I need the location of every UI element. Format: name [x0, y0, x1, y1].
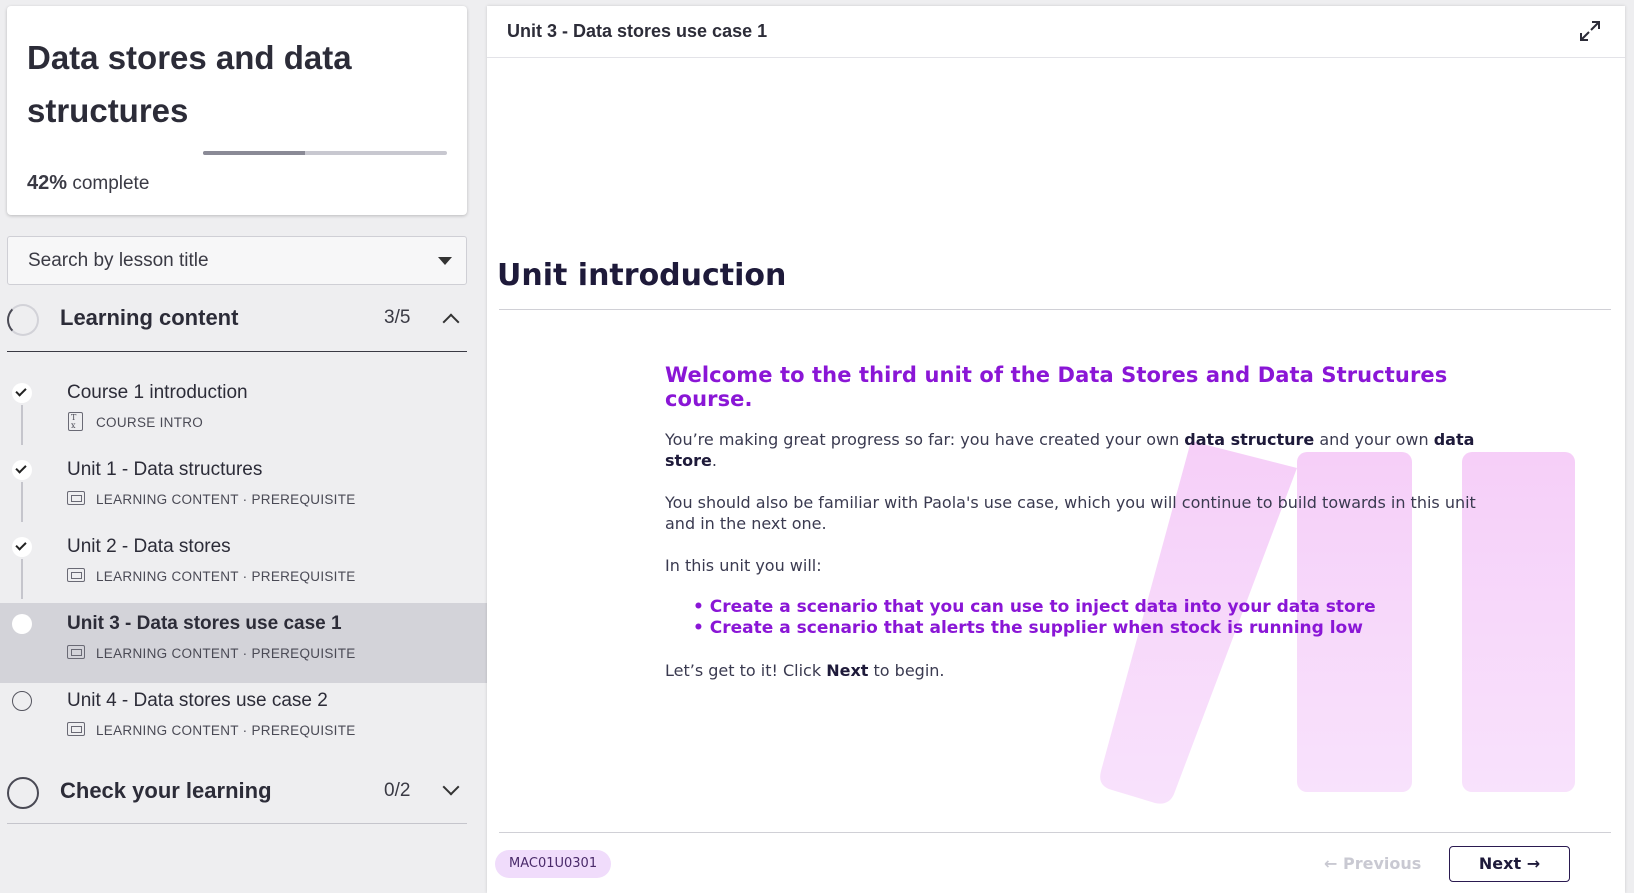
bold-run: Next	[826, 661, 869, 680]
lesson-title: Unit 2 - Data stores	[67, 536, 231, 557]
progress-percent: 42%	[27, 172, 68, 194]
lesson-not-started-marker	[12, 691, 32, 711]
lesson-title: Unit 4 - Data stores use case 2	[67, 690, 328, 711]
text-run: You’re making great progress so far: you…	[665, 430, 1185, 449]
lesson-title: Unit 3 - Data stores use case 1	[67, 613, 342, 634]
course-progress-card: Data stores and data structures 42% comp…	[7, 6, 467, 215]
section-divider	[7, 823, 467, 824]
lesson-complete-marker	[12, 460, 32, 480]
text-run: .	[711, 451, 717, 470]
lesson-search-dropdown[interactable]: Search by lesson title	[7, 236, 467, 285]
text-run: Let’s get to it! Click	[665, 661, 827, 680]
section-header-check-your-learning[interactable]: Check your learning 0/2	[0, 762, 467, 822]
heading-divider	[499, 309, 1611, 310]
lesson-meta: LEARNING CONTENT · PREREQUISITE	[96, 569, 356, 584]
section-progress-ring-icon	[7, 304, 39, 336]
lesson-viewer-header: Unit 3 - Data stores use case 1	[487, 6, 1625, 58]
previous-button[interactable]: ← Previous	[1324, 854, 1421, 873]
lesson-content: Welcome to the third unit of the Data St…	[665, 363, 1495, 702]
course-progress-fill	[203, 151, 306, 155]
text-run: and your own	[1314, 430, 1434, 449]
lesson-item-course-intro[interactable]: Course 1 introduction Tx COURSE INTRO	[0, 372, 487, 452]
slides-icon	[67, 568, 85, 582]
progress-text: 42% complete	[27, 172, 149, 195]
lesson-title: Unit 1 - Data structures	[67, 459, 263, 480]
checkmark-icon	[15, 462, 27, 474]
lesson-item-unit-4[interactable]: Unit 4 - Data stores use case 2 LEARNING…	[0, 680, 487, 760]
lesson-code-badge: MAC01U0301	[495, 850, 612, 878]
lesson-meta: LEARNING CONTENT · PREREQUISITE	[96, 723, 356, 738]
search-placeholder: Search by lesson title	[28, 250, 209, 271]
lesson-viewer-title: Unit 3 - Data stores use case 1	[507, 21, 768, 41]
section-divider	[7, 351, 467, 352]
lesson-item-unit-2[interactable]: Unit 2 - Data stores LEARNING CONTENT · …	[0, 526, 487, 606]
slides-icon	[67, 722, 85, 736]
text-run: to begin.	[868, 661, 945, 680]
course-sidebar: Data stores and data structures 42% comp…	[0, 0, 487, 893]
section-progress-ring-icon	[7, 777, 39, 809]
welcome-heading: Welcome to the third unit of the Data St…	[665, 363, 1448, 411]
lesson-item-unit-1[interactable]: Unit 1 - Data structures LEARNING CONTEN…	[0, 449, 487, 529]
course-progress-bar	[203, 151, 447, 155]
chevron-up-icon[interactable]	[442, 313, 460, 331]
footer-divider	[499, 832, 1611, 833]
objective-item: Create a scenario that you can use to in…	[693, 597, 1495, 618]
chevron-down-icon[interactable]	[442, 778, 460, 796]
document-icon: Tx	[68, 412, 83, 431]
lesson-title: Course 1 introduction	[67, 382, 248, 403]
objective-item: Create a scenario that alerts the suppli…	[693, 618, 1495, 639]
lesson-current-marker	[12, 614, 32, 634]
checkmark-icon	[15, 539, 27, 551]
section-label: Learning content	[60, 305, 239, 330]
lesson-item-unit-3[interactable]: Unit 3 - Data stores use case 1 LEARNING…	[0, 603, 487, 683]
section-label: Check your learning	[60, 778, 272, 803]
objectives-list: Create a scenario that you can use to in…	[693, 597, 1495, 639]
checkmark-icon	[15, 385, 27, 397]
paragraph-get-started: Let’s get to it! Click Next to begin.	[665, 660, 1495, 681]
lesson-viewer: Unit 3 - Data stores use case 1 Unit int…	[487, 6, 1625, 893]
bold-run: data structure	[1184, 430, 1315, 449]
section-count: 0/2	[384, 780, 411, 801]
slides-icon	[67, 491, 85, 505]
next-button[interactable]: Next →	[1449, 846, 1570, 882]
paragraph-in-this-unit: In this unit you will:	[665, 556, 822, 575]
progress-suffix: complete	[72, 173, 150, 194]
lesson-complete-marker	[12, 537, 32, 557]
paragraph-progress: You’re making great progress so far: you…	[665, 429, 1495, 471]
unit-intro-heading: Unit introduction	[497, 258, 787, 293]
expand-icon[interactable]	[1579, 20, 1601, 42]
caret-down-icon[interactable]	[438, 257, 452, 265]
lesson-complete-marker	[12, 383, 32, 403]
lesson-meta: LEARNING CONTENT · PREREQUISITE	[96, 646, 356, 661]
lesson-meta: LEARNING CONTENT · PREREQUISITE	[96, 492, 356, 507]
lesson-meta: COURSE INTRO	[96, 415, 204, 430]
course-title: Data stores and data structures	[27, 39, 352, 129]
paragraph-use-case: You should also be familiar with Paola's…	[665, 493, 1476, 533]
slides-icon	[67, 645, 85, 659]
section-header-learning-content[interactable]: Learning content 3/5	[0, 289, 467, 349]
section-count: 3/5	[384, 307, 411, 328]
